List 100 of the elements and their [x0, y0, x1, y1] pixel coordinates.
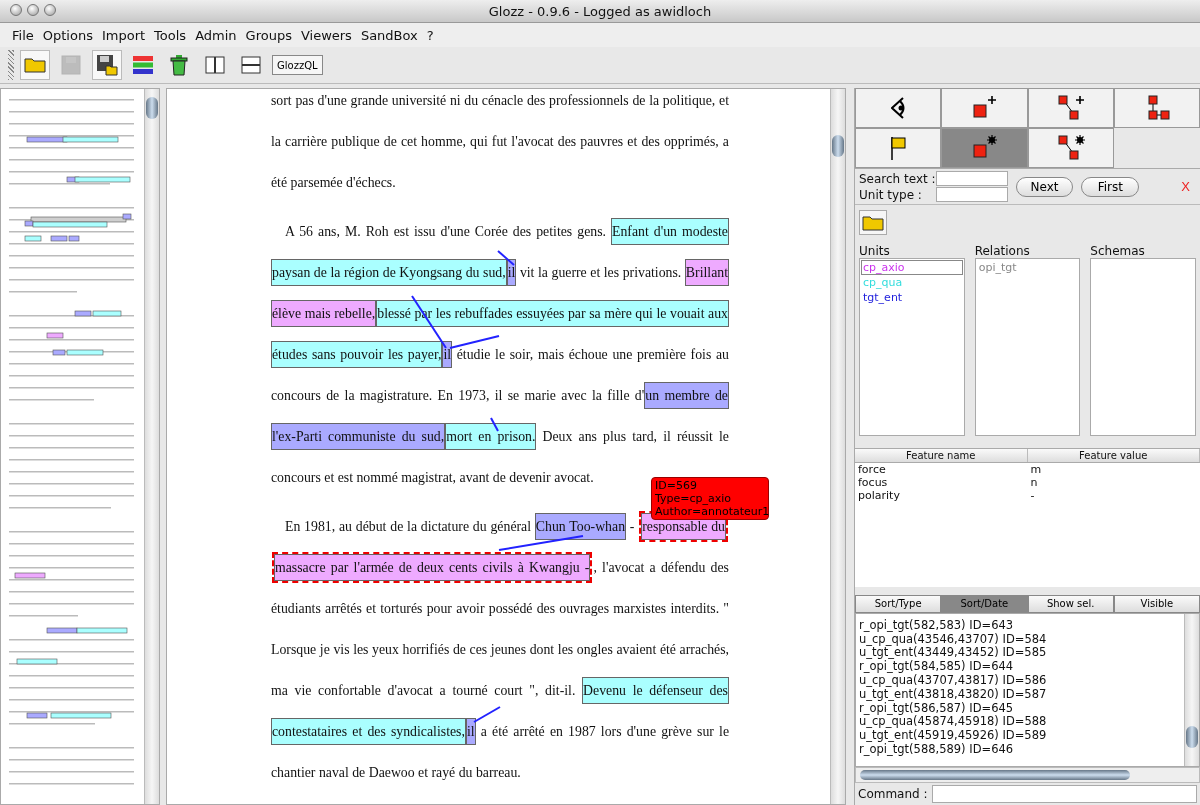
annotation-span[interactable]: élève mais rebelle, [271, 300, 377, 327]
search-text-field[interactable] [935, 171, 1008, 186]
linked-squares-star-icon [1055, 133, 1086, 163]
text-run: sort pas d'une grande université ni du cénacle des professionnels de la politique, et [271, 93, 729, 108]
annotation-span[interactable]: il [442, 341, 453, 368]
menu-item[interactable]: Options [42, 27, 93, 43]
text-run: vit la guerre et les privations. [518, 265, 683, 280]
search-button[interactable]: First [1081, 176, 1140, 197]
text-run: , l'avocat a défendu des [593, 560, 729, 575]
menu-item[interactable]: ? [426, 27, 434, 43]
menu-item[interactable]: Admin [195, 27, 237, 43]
type-item[interactable]: cp_axio [861, 260, 963, 276]
type-item[interactable]: tgt_ent [861, 290, 963, 306]
relation-line [473, 706, 501, 723]
menu-item[interactable]: Viewers [300, 27, 352, 43]
menu-item[interactable]: Groups [245, 27, 292, 43]
two-rows-icon [241, 56, 261, 74]
menu-item[interactable]: SandBox [360, 27, 418, 43]
field-label: Command : [858, 787, 928, 801]
sort-tab[interactable]: Sort/Date [941, 594, 1028, 613]
relation-line [490, 417, 499, 432]
text-run: étudie le soir, mais échoue une première fois au [455, 347, 729, 362]
annotation-item[interactable]: r_opi_tgt(586,587) ID=645 [859, 701, 1184, 716]
text-run: - [628, 519, 636, 534]
annotation-span[interactable]: mort en prison. [445, 423, 537, 450]
annotation-span[interactable]: Devenu le défenseur des [582, 677, 729, 704]
annotation-span[interactable]: paysan de la région de Kyongsang du sud, [271, 259, 507, 286]
annotation-item[interactable]: r_opi_tgt(588,589) ID=646 [859, 742, 1184, 757]
open-button[interactable] [859, 210, 887, 236]
window-title: Glozz - 0.9.6 - Logged as awidloch [488, 3, 712, 19]
window-control[interactable] [27, 4, 39, 16]
tool-button[interactable] [1027, 128, 1114, 168]
annotation-span[interactable]: un membre de [644, 382, 729, 409]
menu-item[interactable]: Import [101, 27, 146, 43]
field-label: Search text : [859, 171, 936, 186]
toolbar-button[interactable] [92, 50, 122, 80]
text-run: ma vie confortable d'avocat a tourné court ", dit-il. [271, 683, 577, 698]
annotation-span[interactable]: études sans pouvoir les payer, [271, 341, 443, 368]
text-run: Deux ans plus tard, il réussit le [541, 429, 729, 444]
toolbar-grip[interactable] [8, 50, 14, 80]
annotation-item[interactable]: u_tgt_ent(45919,45926) ID=589 [859, 729, 1184, 743]
annotation-span[interactable]: contestataires et des syndicalistes, [271, 718, 466, 745]
text-run: a été arrêté en 1987 lors d'une grève sur le [479, 724, 729, 739]
menu-item[interactable]: File [12, 27, 34, 43]
folder-icon [862, 214, 884, 231]
annotation-span[interactable]: Chun Too-whan [534, 513, 627, 540]
command-field[interactable] [931, 785, 1197, 803]
folder-icon [24, 57, 46, 73]
annotation-item[interactable]: u_cp_qua(45874,45918) ID=588 [859, 715, 1184, 730]
table-cell-text: n [1029, 475, 1039, 489]
text-run: concours de la magistrature. En 1973, il se marie avec la fille d' [271, 388, 645, 403]
scrollbar[interactable] [144, 89, 159, 804]
annotation-span[interactable]: l'ex-Parti communiste du sud, [271, 423, 446, 450]
search-button[interactable]: Next [1015, 176, 1074, 197]
tool-button[interactable] [941, 88, 1028, 128]
annotation-item[interactable]: r_opi_tgt(582,583) ID=643 [859, 618, 1184, 633]
annotation-item[interactable]: u_tgt_ent(43449,43452) ID=585 [859, 646, 1184, 661]
text-run: été parsemée d'échecs. [271, 175, 396, 190]
table-cell-text: - [1029, 488, 1036, 502]
text-run: chantier naval de Daewoo et rayé du barreau. [271, 765, 521, 780]
disk-folder-icon [96, 54, 118, 76]
type-item[interactable]: opi_tgt [976, 260, 1079, 276]
tool-button[interactable] [1027, 88, 1114, 128]
annotation-tooltip: ID=569 Type=cp_axio Author=annotateur1 [651, 477, 769, 520]
table-cell-text: m [1029, 462, 1043, 476]
text-run: En 1981, au début de la dictature du général [285, 519, 533, 534]
horizontal-scrollbar[interactable] [855, 767, 1200, 783]
table-cell-text: polarity [857, 488, 901, 502]
list-title: Schemas [1090, 244, 1146, 259]
colored-bars-icon [132, 55, 154, 75]
list-title: Units [859, 244, 891, 259]
text-run: étudiants arrêtés et torturés pour avoir possédé des ouvrages marxistes interdits. " [271, 601, 729, 616]
text-run: A 56 ans, M. Roh est issu d'une Corée des petites gens. [285, 224, 607, 239]
trash-icon [170, 54, 188, 76]
annotation-item[interactable]: u_cp_qua(43707,43817) ID=586 [859, 673, 1184, 688]
field-label: Unit type : [859, 187, 923, 202]
sort-tab[interactable]: Sort/Type [855, 594, 942, 613]
text-run: concours et est nommé magistrat, avant de devenir avocat. [271, 470, 594, 485]
close-button[interactable]: X [1175, 178, 1196, 195]
menu-item[interactable]: Tools [154, 27, 187, 43]
tool-button[interactable] [1113, 88, 1200, 128]
text-run: la carrière publique de cet homme, qui fut l'avocat des pauvres et des opprimés, a [271, 134, 729, 149]
sort-tab[interactable]: Visible [1113, 594, 1200, 613]
annotation-item[interactable]: r_opi_tgt(584,585) ID=644 [859, 660, 1184, 674]
annotation-span[interactable]: Enfant d'un modeste [611, 218, 729, 245]
glozzql-button[interactable]: GlozzQL [272, 55, 323, 75]
scrollbar[interactable] [1184, 613, 1199, 767]
annotation-span[interactable]: massacre par l'armée de deux cents civils à Kwangju - [274, 554, 591, 581]
annotation-span[interactable]: Brillant [684, 259, 729, 286]
window-control[interactable] [10, 4, 22, 16]
unit-type-field[interactable] [935, 187, 1008, 202]
annotation-item[interactable]: u_cp_qua(43546,43707) ID=584 [859, 632, 1184, 647]
annotation-span[interactable]: il [506, 259, 517, 286]
sort-tab[interactable]: Show sel. [1027, 594, 1114, 613]
annotation-item[interactable]: u_tgt_ent(43818,43820) ID=587 [859, 687, 1184, 702]
scrollbar[interactable] [830, 89, 845, 804]
window-control[interactable] [44, 4, 56, 16]
annotation-span[interactable]: il [465, 718, 476, 745]
tool-button[interactable] [855, 88, 942, 128]
two-columns-icon [205, 56, 225, 74]
